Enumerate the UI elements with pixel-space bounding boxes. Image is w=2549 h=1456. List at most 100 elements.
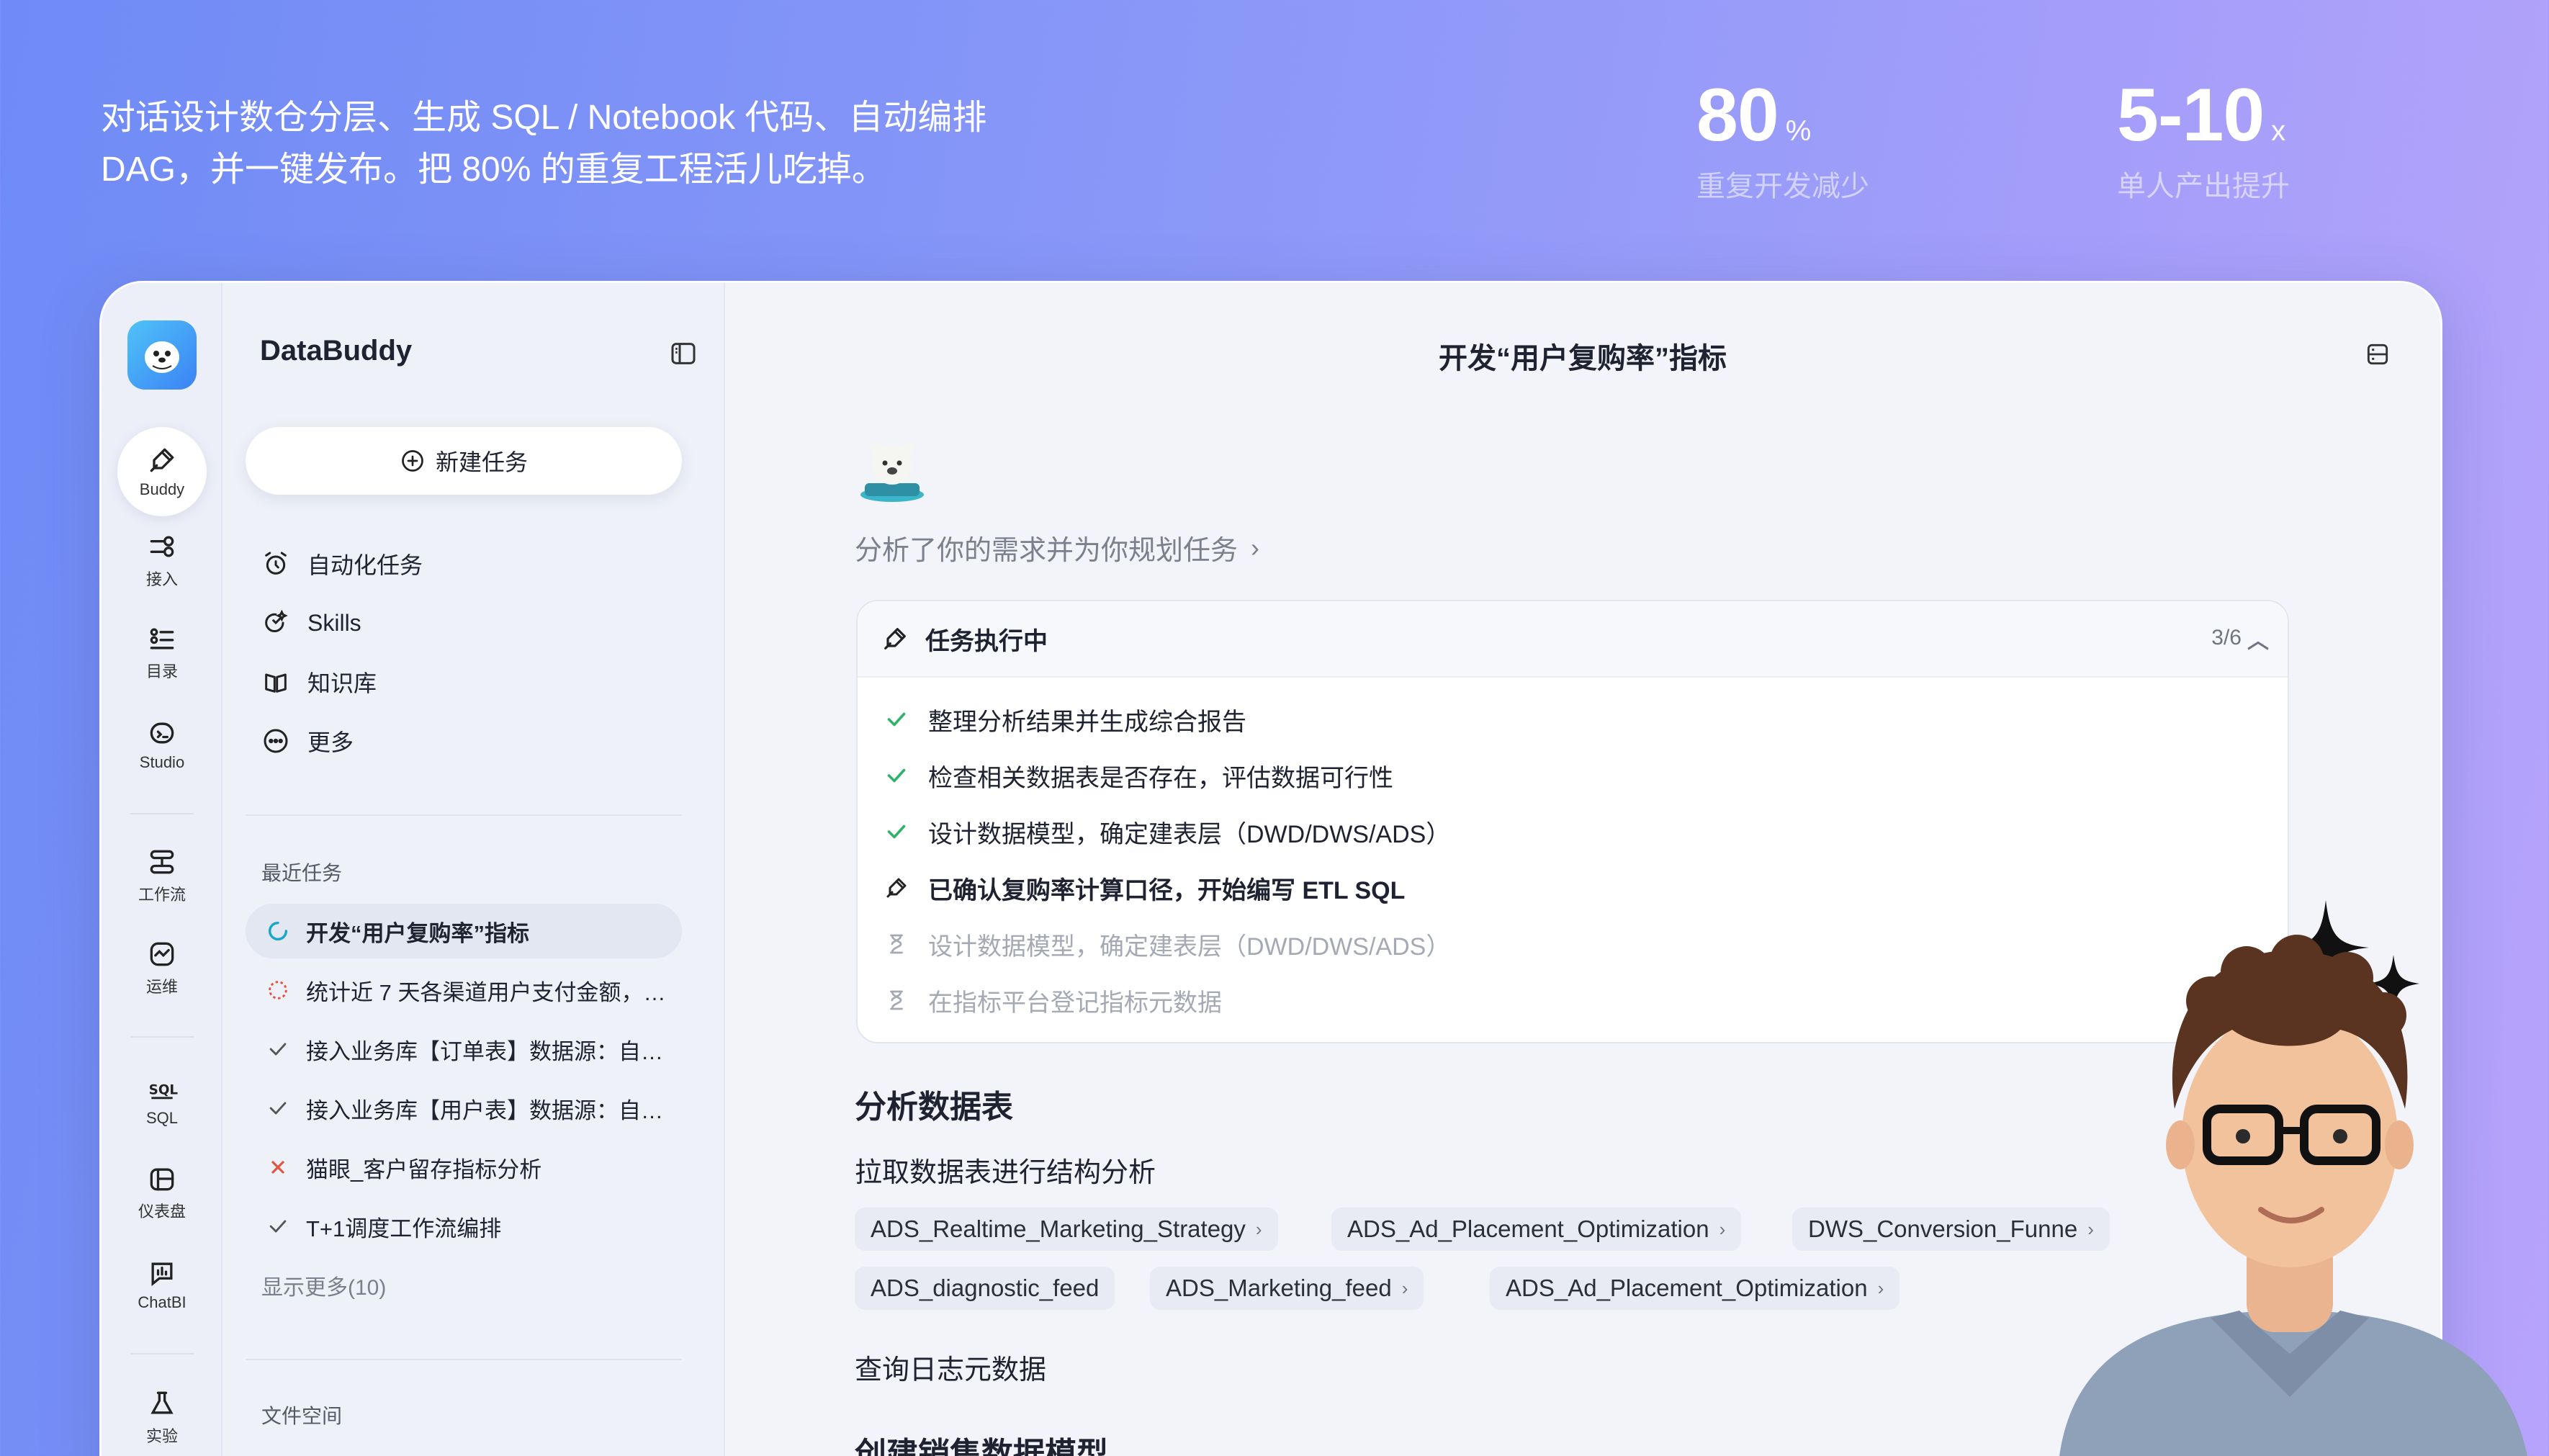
chevron-right-icon: › bbox=[1877, 1277, 1884, 1299]
stat-unit: % bbox=[1785, 115, 1812, 147]
task-item[interactable]: 统计近 7 天各渠道用户支付金额，按渠道和日期汇总 bbox=[246, 963, 682, 1017]
layout-toggle-icon[interactable] bbox=[2364, 341, 2391, 368]
table-chip[interactable]: ADS_diagnostic_feed bbox=[855, 1267, 1115, 1310]
sidebar: DataBuddy 新建任务 自动化任务 Skills 知识库 更多 最近任务 … bbox=[222, 283, 725, 1456]
rail-divider bbox=[130, 1353, 194, 1354]
app-logo[interactable] bbox=[127, 320, 197, 390]
table-chip[interactable]: ADS_Realtime_Marketing_Strategy › bbox=[855, 1208, 1278, 1251]
more-icon bbox=[264, 729, 288, 753]
stat-value: 80 bbox=[1696, 73, 1779, 157]
buddy-pen-icon bbox=[886, 878, 907, 898]
rail-item-dashboard[interactable]: 仪表盘 bbox=[117, 1153, 207, 1232]
nav-label: Skills bbox=[307, 609, 361, 636]
task-item[interactable]: 接入业务库【订单表】数据源：自动同步 bbox=[246, 1022, 682, 1077]
rail-item-chatbi[interactable]: ChatBI bbox=[117, 1245, 207, 1324]
rail-item-experiment[interactable]: 实验 bbox=[117, 1378, 207, 1456]
nav-item-automation[interactable]: 自动化任务 bbox=[261, 542, 423, 585]
table-chip[interactable]: ADS_Ad_Placement_Optimization › bbox=[1490, 1267, 1900, 1310]
task-label: 统计近 7 天各渠道用户支付金额，按渠道和日期汇总 bbox=[306, 979, 682, 1005]
chevron-right-icon: › bbox=[1255, 1218, 1262, 1240]
rail-item-workflow[interactable]: 工作流 bbox=[117, 836, 207, 915]
table-chip[interactable]: ADS_Marketing_feed › bbox=[1150, 1267, 1424, 1310]
rail-item-buddy[interactable]: Buddy bbox=[117, 427, 207, 516]
connect-icon bbox=[150, 536, 174, 557]
task-step-label: 检查相关数据表是否存在，评估数据可行性 bbox=[928, 764, 1393, 792]
sidebar-collapse-icon[interactable] bbox=[669, 339, 698, 368]
nav-label: 更多 bbox=[307, 729, 354, 755]
show-more-link[interactable]: 显示更多(10) bbox=[261, 1269, 386, 1301]
check-icon bbox=[269, 1043, 287, 1056]
workflow-icon bbox=[150, 850, 174, 874]
new-task-button[interactable]: 新建任务 bbox=[246, 427, 682, 495]
rail-label: 实验 bbox=[145, 1427, 178, 1445]
alarm-clock-icon bbox=[265, 552, 287, 575]
check-icon bbox=[269, 1102, 287, 1115]
table-chip-label: ADS_Realtime_Marketing_Strategy bbox=[871, 1215, 1246, 1242]
nav-rail: Buddy 接入 目录 Studio 工作流 运维 SQL SQL 仪表盘 Ch… bbox=[102, 283, 222, 1456]
book-icon bbox=[265, 673, 287, 693]
chatbi-icon bbox=[151, 1262, 173, 1287]
studio-icon bbox=[150, 722, 174, 744]
file-space-label: 文件空间 bbox=[261, 1405, 343, 1427]
hero-line-2: DAG，并一键发布。把 80% 的重复工程活儿吃掉。 bbox=[101, 150, 886, 189]
rail-label: ChatBI bbox=[138, 1293, 186, 1311]
plan-summary-text: 分析了你的需求并为你规划任务 bbox=[855, 536, 1238, 566]
check-icon bbox=[887, 768, 906, 783]
task-label: 猫眼_客户留存指标分析 bbox=[306, 1156, 542, 1182]
task-card-title: 任务执行中 bbox=[925, 627, 1048, 655]
rail-item-connect[interactable]: 接入 bbox=[117, 521, 207, 600]
check-icon bbox=[887, 712, 906, 727]
stat-caption: 单人产出提升 bbox=[2117, 171, 2290, 202]
catalog-icon bbox=[150, 628, 174, 650]
nav-item-more[interactable]: 更多 bbox=[261, 719, 354, 763]
rail-item-sql[interactable]: SQL SQL bbox=[117, 1061, 207, 1140]
plan-summary-link[interactable]: 分析了你的需求并为你规划任务 › bbox=[855, 528, 1259, 567]
experiment-icon bbox=[150, 1391, 174, 1414]
task-step-label: 设计数据模型，确定建表层（DWD/DWS/ADS） bbox=[928, 820, 1451, 848]
seal-mascot-icon bbox=[145, 341, 179, 373]
hero-description: 对话设计数仓分层、生成 SQL / Notebook 代码、自动编排 DAG，并… bbox=[101, 92, 1109, 196]
task-item[interactable]: 接入业务库【用户表】数据源：自动同步 bbox=[246, 1081, 682, 1136]
chevron-up-icon[interactable]: ︿ bbox=[2247, 623, 2269, 655]
task-step: 整理分析结果并生成综合报告 bbox=[884, 698, 1246, 741]
task-step: 设计数据模型，确定建表层（DWD/DWS/ADS） bbox=[884, 922, 1450, 966]
table-chip-label: ADS_Marketing_feed bbox=[1166, 1275, 1392, 1301]
rail-divider bbox=[130, 813, 194, 814]
rail-item-ops[interactable]: 运维 bbox=[117, 928, 207, 1007]
task-item[interactable]: 开发“用户复购率”指标 bbox=[246, 904, 682, 958]
nav-item-skills[interactable]: Skills bbox=[261, 601, 361, 644]
page-title: 开发“用户复购率”指标 bbox=[1439, 343, 1727, 374]
stat-output-boost: 5-10 x 单人产出提升 bbox=[2117, 72, 2290, 205]
rail-item-studio[interactable]: Studio bbox=[117, 705, 207, 784]
svg-text:SQL: SQL bbox=[149, 1082, 178, 1097]
check-icon bbox=[269, 1220, 287, 1233]
task-card-header[interactable]: 任务执行中 3/6 ︿ bbox=[858, 601, 2288, 678]
stat-value: 5-10 bbox=[2117, 73, 2265, 157]
app-title: DataBuddy bbox=[260, 335, 413, 367]
sidebar-divider bbox=[246, 814, 682, 816]
task-label: 接入业务库【用户表】数据源：自动同步 bbox=[306, 1097, 682, 1123]
stat-dev-reduction: 80% 重复开发减少 bbox=[1696, 72, 1869, 205]
chevron-right-icon: › bbox=[1719, 1218, 1726, 1240]
skills-icon bbox=[265, 609, 288, 632]
nav-item-knowledge[interactable]: 知识库 bbox=[261, 660, 377, 704]
chevron-right-icon: › bbox=[1401, 1277, 1408, 1299]
hourglass-icon bbox=[890, 934, 903, 954]
developer-avatar-illustration bbox=[2059, 935, 2527, 1456]
sidebar-divider bbox=[246, 1359, 682, 1360]
polar-bear-avatar-icon bbox=[860, 442, 924, 502]
recent-tasks-label: 最近任务 bbox=[261, 862, 343, 884]
sql-icon: SQL bbox=[149, 1082, 178, 1100]
chevron-right-icon: › bbox=[1251, 532, 1260, 562]
subsection-pull-tables: 拉取数据表进行结构分析 bbox=[855, 1158, 1156, 1188]
rail-item-catalog[interactable]: 目录 bbox=[117, 613, 207, 692]
task-step: 在指标平台登记指标元数据 bbox=[884, 979, 1222, 1022]
task-step-label: 已确认复购率计算口径，开始编写 ETL SQL bbox=[928, 876, 1406, 904]
task-item[interactable]: 猫眼_客户留存指标分析 bbox=[246, 1140, 682, 1195]
table-chip[interactable]: ADS_Ad_Placement_Optimization › bbox=[1331, 1208, 1742, 1251]
task-item[interactable]: T+1调度工作流编排 bbox=[246, 1199, 682, 1254]
ops-icon bbox=[150, 942, 174, 966]
buddy-pen-icon bbox=[884, 628, 906, 650]
rail-divider bbox=[130, 1036, 194, 1038]
buddy-pen-icon bbox=[150, 448, 174, 472]
